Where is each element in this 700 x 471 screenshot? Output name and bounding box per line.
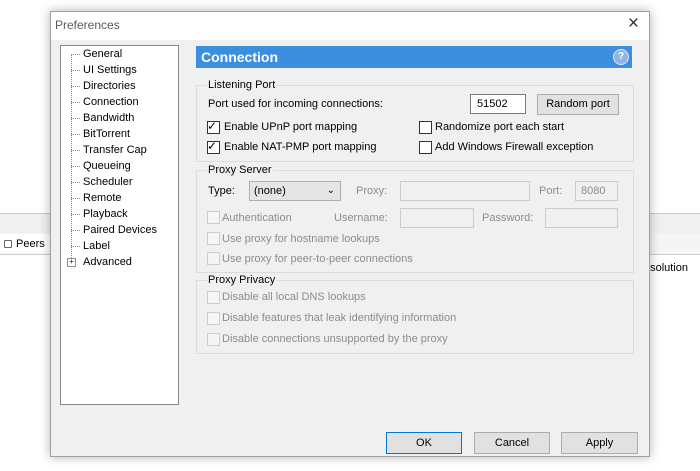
- tree-connector: [71, 150, 80, 151]
- tree-item-ui-settings[interactable]: UI Settings: [83, 62, 137, 78]
- tree-connector: [71, 86, 80, 87]
- incoming-port-input[interactable]: 51502: [470, 94, 526, 114]
- disable-unsupported-checkbox[interactable]: [207, 333, 220, 346]
- background-tab-label: Peers: [16, 237, 45, 250]
- ok-button[interactable]: OK: [386, 432, 462, 454]
- check-icon: ✓: [207, 119, 218, 133]
- tree-connector: [71, 246, 80, 247]
- preferences-dialog: Preferences × General UI Settings Direct…: [50, 11, 650, 457]
- hostname-lookups-label: Use proxy for hostname lookups: [222, 233, 380, 245]
- proxy-type-label: Type:: [208, 185, 235, 197]
- background-column-header: esolution: [643, 262, 688, 274]
- upnp-label: Enable UPnP port mapping: [224, 121, 358, 133]
- check-icon: ✓: [207, 139, 218, 153]
- username-label: Username:: [334, 212, 388, 224]
- section-title: Connection: [201, 49, 278, 65]
- listening-port-group-label: Listening Port: [207, 79, 277, 91]
- proxy-host-label: Proxy:: [356, 185, 388, 197]
- expand-plus-icon[interactable]: +: [67, 258, 76, 267]
- tree-connector: [71, 214, 80, 215]
- authentication-checkbox[interactable]: [207, 211, 220, 224]
- help-icon[interactable]: ?: [613, 49, 629, 65]
- background-tab-peers[interactable]: Peers: [0, 234, 52, 253]
- tree-item-transfer-cap[interactable]: Transfer Cap: [83, 142, 147, 158]
- firewall-exception-checkbox[interactable]: [419, 141, 432, 154]
- tree-connector: [71, 118, 80, 119]
- incoming-port-label: Port used for incoming connections:: [208, 98, 383, 110]
- proxy-port-label: Port:: [539, 185, 563, 197]
- password-label: Password:: [482, 212, 534, 224]
- tree-item-paired-devices[interactable]: Paired Devices: [83, 222, 157, 238]
- authentication-label: Authentication: [222, 212, 292, 224]
- tree-item-scheduler[interactable]: Scheduler: [83, 174, 133, 190]
- preferences-tree: General UI Settings Directories Connecti…: [60, 45, 179, 405]
- apply-button[interactable]: Apply: [561, 432, 638, 454]
- tree-item-bittorrent[interactable]: BitTorrent: [83, 126, 130, 142]
- disable-leak-checkbox[interactable]: [207, 312, 220, 325]
- peer-connections-label: Use proxy for peer-to-peer connections: [222, 253, 413, 265]
- proxy-type-value: (none): [254, 185, 286, 197]
- firewall-exception-label: Add Windows Firewall exception: [435, 141, 594, 153]
- proxy-privacy-group: Proxy Privacy Disable all local DNS look…: [196, 274, 634, 354]
- proxy-host-input[interactable]: [400, 181, 530, 201]
- tree-item-playback[interactable]: Playback: [83, 206, 128, 222]
- tree-item-queueing[interactable]: Queueing: [83, 158, 131, 174]
- username-input[interactable]: [400, 208, 474, 228]
- random-port-button[interactable]: Random port: [537, 94, 619, 115]
- disable-leak-label: Disable features that leak identifying i…: [222, 312, 457, 324]
- natpmp-label: Enable NAT-PMP port mapping: [224, 141, 377, 153]
- chevron-down-icon: ⌄: [326, 185, 335, 196]
- tree-item-general[interactable]: General: [83, 46, 122, 62]
- tree-connector: [71, 54, 80, 55]
- peer-connections-checkbox[interactable]: [207, 252, 220, 265]
- tree-connector: [71, 198, 80, 199]
- tree-item-directories[interactable]: Directories: [83, 78, 136, 94]
- tree-item-connection[interactable]: Connection: [83, 94, 139, 110]
- tree-connector: [71, 70, 80, 71]
- dialog-title: Preferences: [55, 18, 120, 32]
- tree-connector: [71, 134, 80, 135]
- randomize-port-checkbox[interactable]: [419, 121, 432, 134]
- disable-dns-label: Disable all local DNS lookups: [222, 291, 366, 303]
- tree-item-remote[interactable]: Remote: [83, 190, 122, 206]
- tree-item-bandwidth[interactable]: Bandwidth: [83, 110, 134, 126]
- tree-connector: [71, 182, 80, 183]
- tree-item-label[interactable]: Label: [83, 238, 110, 254]
- tree-item-advanced[interactable]: Advanced: [83, 254, 132, 270]
- section-header: Connection ?: [196, 46, 632, 68]
- cancel-button[interactable]: Cancel: [474, 432, 550, 454]
- listening-port-group: Listening Port Port used for incoming co…: [196, 79, 634, 162]
- password-input[interactable]: [545, 208, 618, 228]
- tree-connector: [71, 166, 80, 167]
- hostname-lookups-checkbox[interactable]: [207, 232, 220, 245]
- peers-icon: [4, 239, 12, 248]
- natpmp-checkbox[interactable]: ✓: [207, 139, 220, 154]
- proxy-type-select[interactable]: (none) ⌄: [249, 181, 341, 201]
- disable-unsupported-label: Disable connections unsupported by the p…: [222, 333, 448, 345]
- proxy-server-group-label: Proxy Server: [207, 164, 273, 176]
- randomize-port-label: Randomize port each start: [435, 121, 565, 133]
- proxy-privacy-group-label: Proxy Privacy: [207, 274, 277, 286]
- tree-connector: [71, 102, 80, 103]
- close-icon[interactable]: ×: [628, 13, 639, 35]
- upnp-checkbox[interactable]: ✓: [207, 119, 220, 134]
- proxy-server-group: Proxy Server Type: (none) ⌄ Proxy: Port:…: [196, 164, 634, 273]
- disable-dns-checkbox[interactable]: [207, 291, 220, 304]
- proxy-port-input[interactable]: 8080: [575, 181, 618, 201]
- dialog-titlebar: Preferences ×: [51, 12, 649, 40]
- tree-connector: [71, 230, 80, 231]
